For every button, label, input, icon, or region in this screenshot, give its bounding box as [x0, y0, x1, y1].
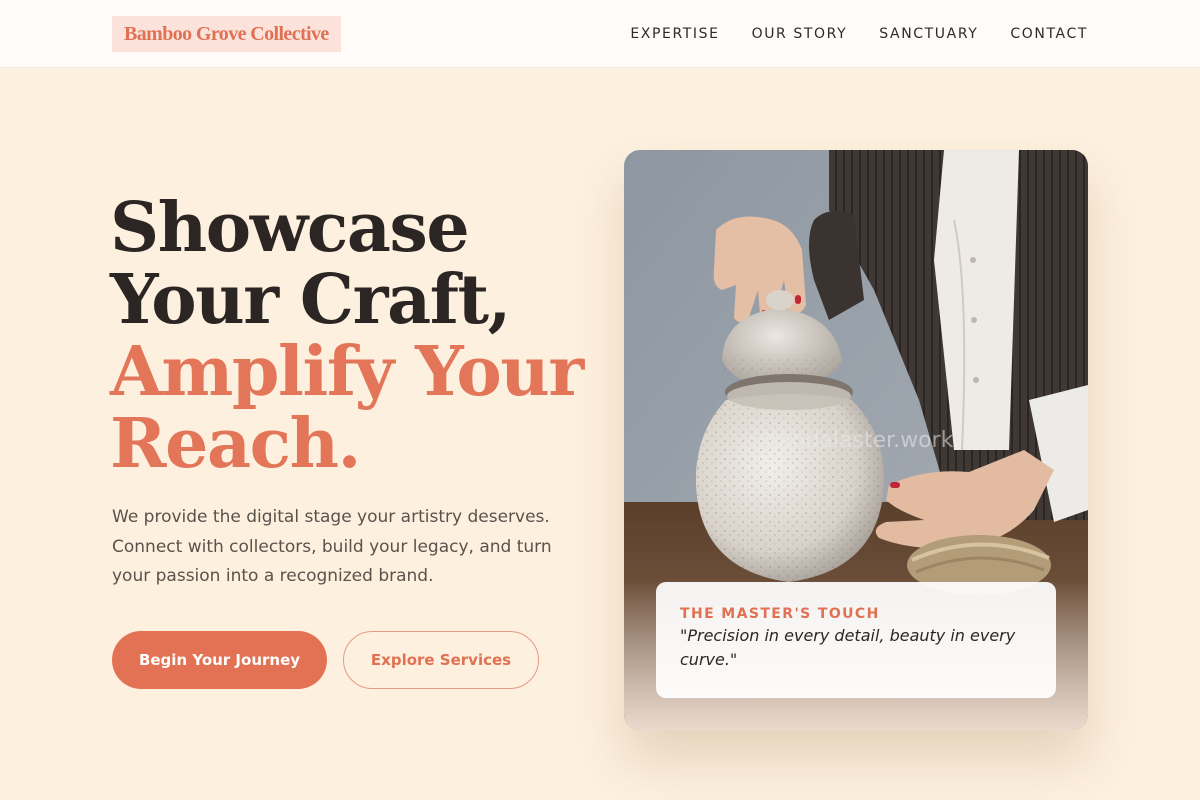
nav-link-sanctuary[interactable]: SANCTUARY: [879, 26, 978, 42]
begin-journey-button[interactable]: Begin Your Journey: [112, 631, 327, 689]
hero-description: We provide the digital stage your artist…: [112, 507, 552, 586]
testimonial-title: THE MASTER'S TOUCH: [680, 606, 880, 622]
headline-accent-line-2: Reach.: [110, 404, 361, 484]
nav-link-our-story[interactable]: OUR STORY: [752, 26, 848, 42]
testimonial-quote: "Precision in every detail, beauty in ev…: [680, 626, 1016, 669]
headline-line-2: Your Craft,: [110, 260, 511, 340]
headline-accent-line-1: Amplify Your: [110, 332, 584, 412]
nav-link-expertise[interactable]: EXPERTISE: [630, 26, 719, 42]
headline-line-1: Showcase: [110, 188, 470, 268]
nav-link-contact[interactable]: CONTACT: [1010, 26, 1088, 42]
hero-headline: Showcase Your Craft, Amplify Your Reach.: [110, 188, 584, 484]
testimonial-card: THE MASTER'S TOUCH "Precision in every d…: [656, 582, 1056, 698]
brand-name: Bamboo Grove Collective: [124, 22, 329, 45]
image-watermark: bandalaster.work: [764, 428, 954, 453]
top-navbar: Bamboo Grove Collective EXPERTISE OUR ST…: [0, 0, 1200, 68]
explore-services-button[interactable]: Explore Services: [343, 631, 539, 689]
brand-logo[interactable]: Bamboo Grove Collective: [112, 16, 341, 52]
main-nav: EXPERTISE OUR STORY SANCTUARY CONTACT: [630, 0, 1088, 68]
